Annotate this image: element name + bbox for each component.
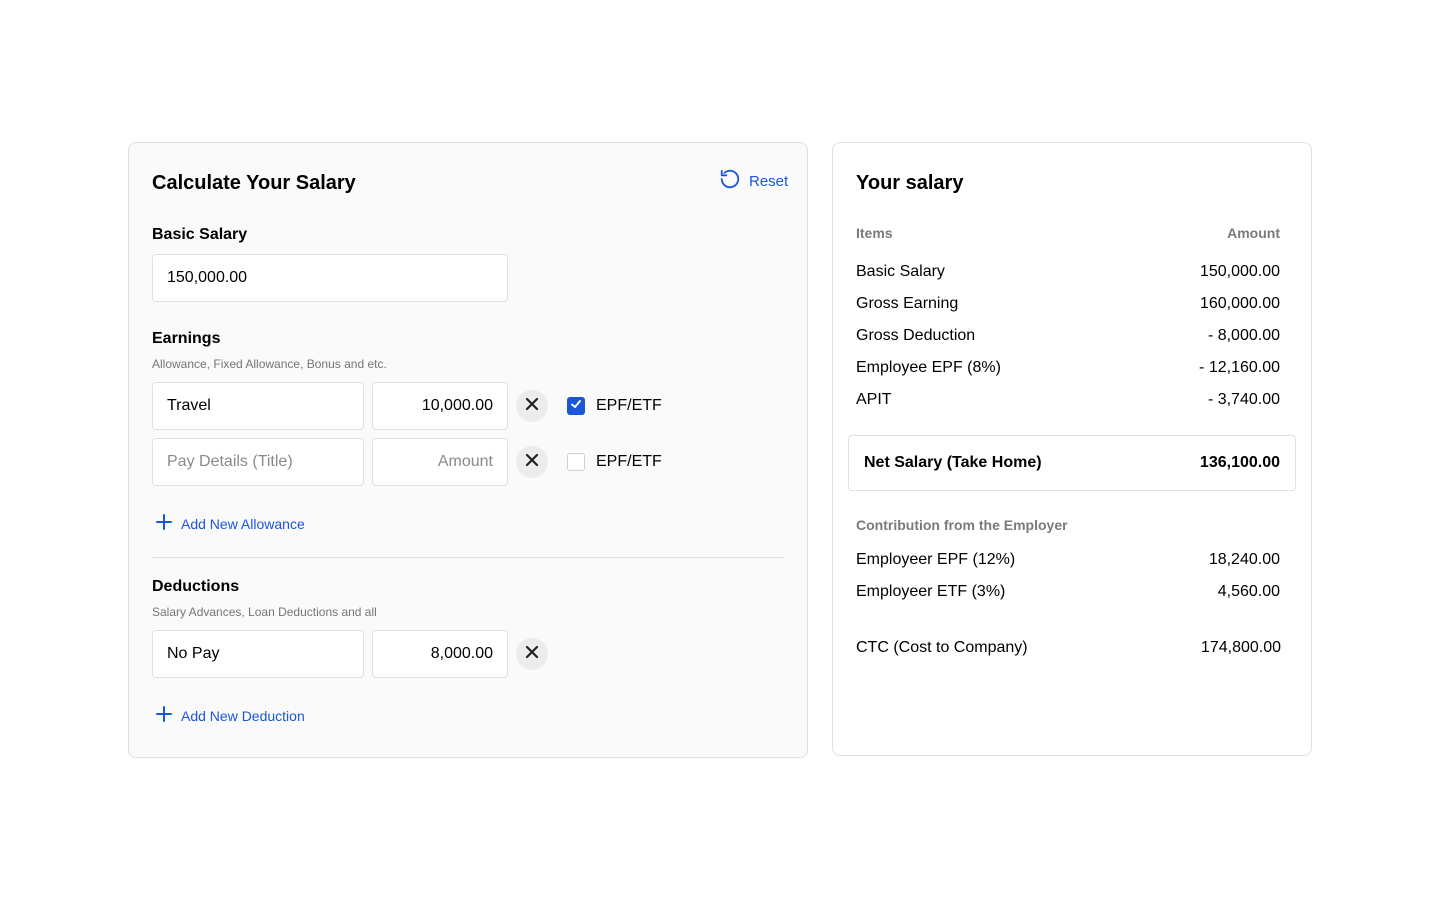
summary-row: Basic Salary 150,000.00 — [856, 262, 1280, 282]
earning-amount-input[interactable] — [372, 382, 508, 430]
calculator-title: Calculate Your Salary — [152, 172, 356, 194]
reset-button[interactable]: Reset — [719, 168, 788, 195]
summary-row: Gross Earning 160,000.00 — [856, 294, 1280, 314]
column-amount: Amount — [1227, 225, 1280, 241]
summary-row-label: Basic Salary — [856, 263, 945, 280]
basic-salary-label: Basic Salary — [152, 226, 248, 243]
net-salary-value: 136,100.00 — [1199, 454, 1280, 471]
employer-row-label: Employeer ETF (3%) — [856, 583, 1006, 600]
summary-table-header: Items Amount — [856, 225, 1280, 241]
summary-row: Gross Deduction - 8,000.00 — [856, 326, 1280, 346]
summary-row-label: APIT — [856, 391, 892, 408]
epf-etf-checkbox[interactable] — [567, 453, 585, 471]
remove-earning-button[interactable] — [516, 446, 548, 478]
plus-icon — [155, 513, 173, 535]
ctc-value: 174,800.00 — [1200, 639, 1281, 656]
section-divider — [152, 557, 784, 558]
summary-row-value: - 12,160.00 — [1199, 359, 1280, 376]
close-icon — [525, 645, 539, 664]
add-allowance-button[interactable]: Add New Allowance — [155, 513, 305, 535]
remove-earning-button[interactable] — [516, 390, 548, 422]
employer-row-value: 4,560.00 — [1217, 583, 1280, 600]
net-salary-box: Net Salary (Take Home) 136,100.00 — [848, 435, 1296, 491]
basic-salary-input[interactable] — [152, 254, 508, 302]
epf-etf-checkbox[interactable] — [567, 397, 585, 415]
summary-row-label: Gross Earning — [856, 295, 959, 312]
net-salary-label: Net Salary (Take Home) — [864, 454, 1042, 471]
employer-row-label: Employeer EPF (12%) — [856, 551, 1016, 568]
summary-row-value: 160,000.00 — [1199, 295, 1280, 312]
salary-calculator-panel: Calculate Your Salary Reset Basic Salary… — [128, 142, 808, 758]
employer-row: Employeer ETF (3%) 4,560.00 — [856, 582, 1280, 602]
earnings-label: Earnings — [152, 330, 221, 347]
summary-row: APIT - 3,740.00 — [856, 390, 1280, 410]
ctc-label: CTC (Cost to Company) — [856, 639, 1028, 656]
summary-row-value: - 3,740.00 — [1207, 391, 1280, 408]
summary-row-value: 150,000.00 — [1199, 263, 1280, 280]
checkmark-icon — [570, 397, 582, 415]
summary-row-label: Employee EPF (8%) — [856, 359, 1001, 376]
deductions-label: Deductions — [152, 578, 240, 595]
remove-deduction-button[interactable] — [516, 638, 548, 670]
earning-title-input[interactable] — [152, 438, 364, 486]
epf-etf-label: EPF/ETF — [596, 453, 662, 470]
ctc-row: CTC (Cost to Company) 174,800.00 — [856, 638, 1281, 658]
deduction-amount-input[interactable] — [372, 630, 508, 678]
salary-summary-panel: Your salary Items Amount Basic Salary 15… — [832, 142, 1312, 756]
earning-amount-input[interactable] — [372, 438, 508, 486]
add-deduction-button[interactable]: Add New Deduction — [155, 705, 305, 727]
employer-contribution-heading: Contribution from the Employer — [856, 517, 1068, 533]
close-icon — [525, 397, 539, 416]
deductions-hint: Salary Advances, Loan Deductions and all — [152, 605, 377, 619]
deduction-title-input[interactable] — [152, 630, 364, 678]
earning-title-input[interactable] — [152, 382, 364, 430]
summary-title: Your salary — [856, 172, 964, 194]
reset-label: Reset — [749, 172, 789, 190]
epf-etf-label: EPF/ETF — [596, 397, 662, 414]
add-allowance-label: Add New Allowance — [181, 516, 305, 532]
plus-icon — [155, 705, 173, 727]
earnings-hint: Allowance, Fixed Allowance, Bonus and et… — [152, 357, 387, 371]
summary-row-label: Gross Deduction — [856, 327, 976, 344]
column-items: Items — [856, 225, 893, 241]
add-deduction-label: Add New Deduction — [181, 708, 305, 724]
employer-row: Employeer EPF (12%) 18,240.00 — [856, 550, 1280, 570]
summary-row: Employee EPF (8%) - 12,160.00 — [856, 358, 1280, 378]
close-icon — [525, 453, 539, 472]
summary-row-value: - 8,000.00 — [1207, 327, 1280, 344]
reset-icon — [719, 168, 741, 195]
employer-row-value: 18,240.00 — [1208, 551, 1280, 568]
